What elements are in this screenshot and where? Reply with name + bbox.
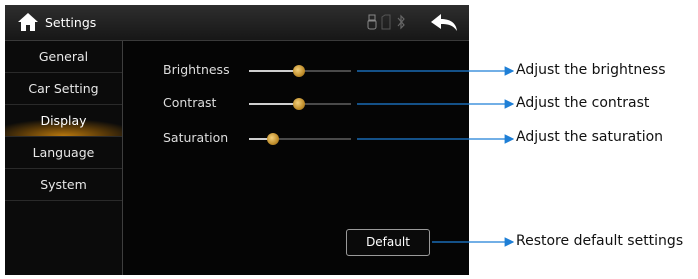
contrast-annotation: Adjust the contrast <box>516 95 650 111</box>
brightness-annotation: Adjust the brightness <box>516 62 666 78</box>
saturation-annotation: Adjust the saturation <box>516 129 664 145</box>
default-annotation: Restore default settings <box>516 233 684 249</box>
